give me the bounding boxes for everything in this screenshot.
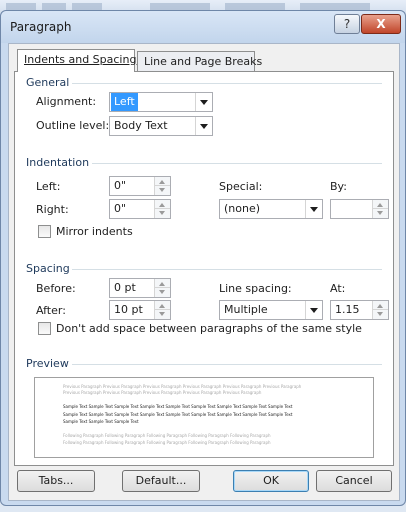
close-icon: X: [376, 17, 386, 31]
preview-following-line: Following Paragraph Following Paragraph …: [63, 433, 271, 438]
preview-sample-line: Sample Text Sample Text Sample Text Samp…: [63, 404, 293, 409]
outline-level-label: Outline level:: [36, 119, 110, 132]
dialog-title: Paragraph: [10, 20, 72, 34]
by-input[interactable]: [330, 199, 389, 219]
preview-sample-line: Sample Text Sample Text Sample Text: [63, 419, 139, 424]
mirror-indents-checkbox[interactable]: [38, 225, 51, 238]
help-button[interactable]: ?: [334, 14, 360, 34]
tabs-button[interactable]: Tabs...: [17, 470, 95, 492]
preview-pane: Previous Paragraph Previous Paragraph Pr…: [34, 377, 374, 458]
chevron-down-icon[interactable]: [305, 200, 322, 218]
line-spacing-select[interactable]: Multiple: [219, 300, 323, 320]
outline-level-value: Body Text: [114, 119, 168, 132]
tab-label: Indents and Spacing: [24, 53, 137, 66]
after-input[interactable]: 10 pt: [109, 300, 171, 320]
help-icon: ?: [343, 17, 351, 31]
by-spinner[interactable]: [372, 200, 388, 218]
preview-previous-line: Previous Paragraph Previous Paragraph Pr…: [63, 390, 262, 395]
right-indent-input[interactable]: 0": [109, 199, 171, 219]
indentation-divider: [92, 163, 382, 164]
chevron-down-icon[interactable]: [195, 117, 212, 135]
general-divider: [72, 83, 382, 84]
alignment-select[interactable]: Left: [109, 92, 213, 112]
at-spinner[interactable]: [372, 301, 388, 319]
left-indent-input[interactable]: 0": [109, 176, 171, 196]
preview-previous-line: Previous Paragraph Previous Paragraph Pr…: [63, 384, 302, 389]
right-indent-spinner[interactable]: [154, 200, 170, 218]
alignment-value: Left: [111, 93, 138, 111]
before-value: 0 pt: [114, 281, 136, 294]
right-indent-value: 0": [114, 202, 127, 215]
at-input[interactable]: 1.15: [330, 300, 389, 320]
alignment-label: Alignment:: [36, 95, 97, 108]
tab-label: Line and Page Breaks: [144, 55, 263, 68]
before-label: Before:: [36, 282, 76, 295]
ok-button-label: OK: [263, 474, 279, 487]
line-spacing-label: Line spacing:: [219, 282, 292, 295]
ok-button[interactable]: OK: [233, 470, 309, 492]
chevron-down-icon[interactable]: [305, 301, 322, 319]
dont-add-space-label[interactable]: Don't add space between paragraphs of th…: [56, 322, 362, 335]
preview-header: Preview: [26, 357, 69, 370]
tab-indents-and-spacing[interactable]: Indents and Spacing: [17, 49, 137, 72]
default-button[interactable]: Default...: [122, 470, 200, 492]
dont-add-space-checkbox[interactable]: [38, 322, 51, 335]
special-label: Special:: [219, 180, 263, 193]
tabs-button-label: Tabs...: [38, 474, 74, 487]
cancel-button-label: Cancel: [335, 474, 373, 487]
chevron-down-icon[interactable]: [195, 93, 212, 111]
before-spinner[interactable]: [154, 279, 170, 297]
special-value: (none): [224, 202, 261, 215]
preview-sample-line: Sample Text Sample Text Sample Text Samp…: [63, 412, 293, 417]
after-spinner[interactable]: [154, 301, 170, 319]
right-indent-label: Right:: [36, 203, 69, 216]
special-select[interactable]: (none): [219, 199, 323, 219]
left-indent-value: 0": [114, 179, 127, 192]
at-value: 1.15: [335, 303, 360, 316]
after-label: After:: [36, 304, 66, 317]
mirror-indents-label[interactable]: Mirror indents: [56, 225, 133, 238]
line-spacing-value: Multiple: [224, 303, 268, 316]
cancel-button[interactable]: Cancel: [316, 470, 392, 492]
preview-divider: [72, 364, 382, 365]
spacing-divider: [72, 269, 382, 270]
general-header: General: [26, 76, 70, 89]
by-label: By:: [330, 180, 347, 193]
default-button-label: Default...: [135, 474, 187, 487]
after-value: 10 pt: [114, 303, 143, 316]
spacing-header: Spacing: [26, 262, 70, 275]
left-indent-label: Left:: [36, 180, 61, 193]
left-indent-spinner[interactable]: [154, 177, 170, 195]
close-button[interactable]: X: [361, 14, 401, 34]
indentation-header: Indentation: [26, 156, 90, 169]
preview-following-line: Following Paragraph Following Paragraph …: [63, 440, 271, 445]
tab-line-and-page-breaks[interactable]: Line and Page Breaks: [137, 51, 262, 71]
outline-level-select[interactable]: Body Text: [109, 116, 213, 136]
at-label: At:: [330, 282, 346, 295]
before-input[interactable]: 0 pt: [109, 278, 171, 298]
